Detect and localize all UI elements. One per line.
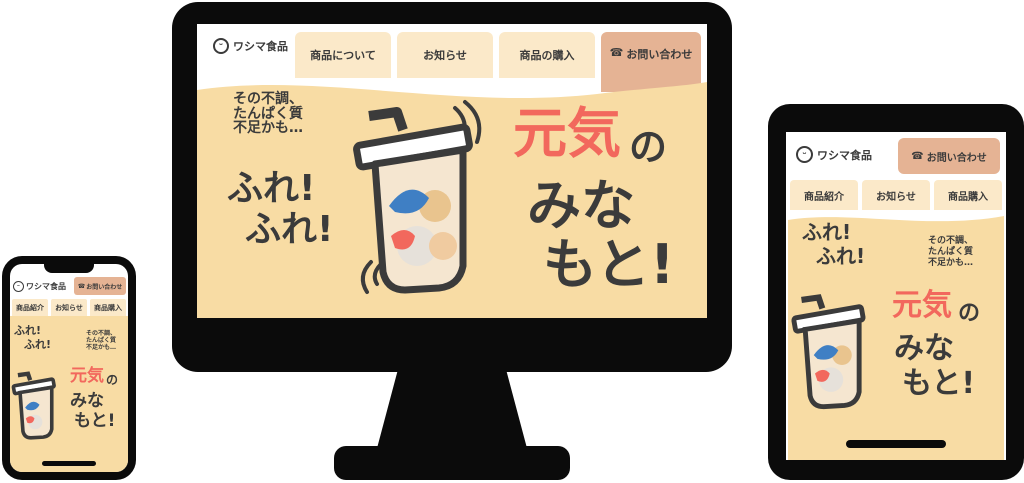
tab-products-intro-tablet[interactable]: 商品紹介	[790, 180, 858, 210]
hero-banner-tablet: ふれ! ふれ! その不調、 たんぱく質 不足かも… 元気 の みな もと!	[788, 210, 1004, 460]
hero-subcopy: その不調、 たんぱく質 不足かも…	[233, 91, 303, 137]
home-indicator	[42, 461, 96, 466]
shaker-cup-illustration	[788, 284, 880, 414]
tab-products-intro-phone[interactable]: 商品紹介	[12, 299, 48, 316]
headline-accent: 元気	[513, 102, 621, 165]
tab-purchase-tablet[interactable]: 商品購入	[934, 180, 1002, 210]
tab-news-tablet[interactable]: お知らせ	[862, 180, 930, 210]
headline-rest: みな もと!	[894, 331, 976, 401]
hero-subcopy: その不調、 たんぱく質 不足かも…	[86, 330, 117, 352]
hero-shake-text: ふれ! ふれ!	[802, 220, 866, 268]
monitor-neck	[376, 372, 528, 452]
headline-rest: みな もと!	[70, 391, 116, 431]
phone-icon: ☎	[77, 282, 86, 290]
tab-contact-label: お問い合わせ	[626, 48, 693, 61]
headline-no: の	[629, 125, 668, 169]
smiley-face-icon: ᵕ	[13, 281, 24, 292]
hero-shake-text: ふれ! ふれ!	[14, 324, 52, 351]
tab-news-phone[interactable]: お知らせ	[51, 299, 87, 316]
tab-products-about[interactable]: 商品について	[295, 32, 391, 78]
headline-accent: 元気	[892, 288, 952, 323]
home-indicator	[846, 440, 946, 448]
shaker-cup-illustration	[347, 96, 497, 296]
headline-accent: 元気	[70, 366, 104, 386]
phone-icon: ☎	[911, 150, 924, 162]
hero-subcopy: その不調、 たんぱく質 不足かも…	[928, 236, 974, 268]
monitor-foot	[334, 446, 570, 480]
headline-no: の	[958, 301, 981, 326]
tab-news[interactable]: お知らせ	[397, 32, 493, 78]
tab-purchase-phone[interactable]: 商品購入	[90, 299, 126, 316]
tab-contact-tablet[interactable]: ☎ お問い合わせ	[898, 138, 1000, 174]
tab-contact-phone[interactable]: ☎ お問い合わせ	[74, 277, 126, 295]
brand-name: ワシマ食品	[233, 40, 288, 53]
desktop-screen: ᵕ ワシマ食品 商品について お知らせ 商品の購入 ☎ お問い合わせ その不調、…	[197, 24, 707, 318]
hero-shake-text: ふれ! ふれ!	[227, 168, 334, 251]
headline-rest: みな もと!	[527, 174, 675, 297]
tab-purchase[interactable]: 商品の購入	[499, 32, 595, 78]
tablet-screen: ᵕ ワシマ食品 ☎ お問い合わせ 商品紹介 お知らせ 商品購入 ふれ! ふれ! そ…	[786, 132, 1006, 460]
brand-logo-phone[interactable]: ᵕ ワシマ食品	[13, 281, 66, 292]
phone-notch	[44, 264, 94, 273]
smiley-face-icon: ᵕ	[213, 38, 229, 54]
headline-no: の	[106, 373, 119, 387]
hero-banner: その不調、 たんぱく質 不足かも… ふれ! ふれ! 元気 の みな もと!	[197, 76, 707, 318]
smiley-face-icon: ᵕ	[796, 146, 813, 163]
shaker-cup-illustration	[10, 366, 64, 442]
phone-screen: ᵕ ワシマ食品 ☎ お問い合わせ 商品紹介 お知らせ 商品購入 ふれ! ふれ! そ…	[10, 264, 128, 472]
phone-icon: ☎	[609, 46, 624, 59]
brand-logo-tablet[interactable]: ᵕ ワシマ食品	[796, 146, 872, 163]
brand-logo[interactable]: ᵕ ワシマ食品	[213, 38, 288, 54]
hero-banner-phone: ふれ! ふれ! その不調、 たんぱく質 不足かも… 元気 の みな もと!	[10, 316, 128, 472]
